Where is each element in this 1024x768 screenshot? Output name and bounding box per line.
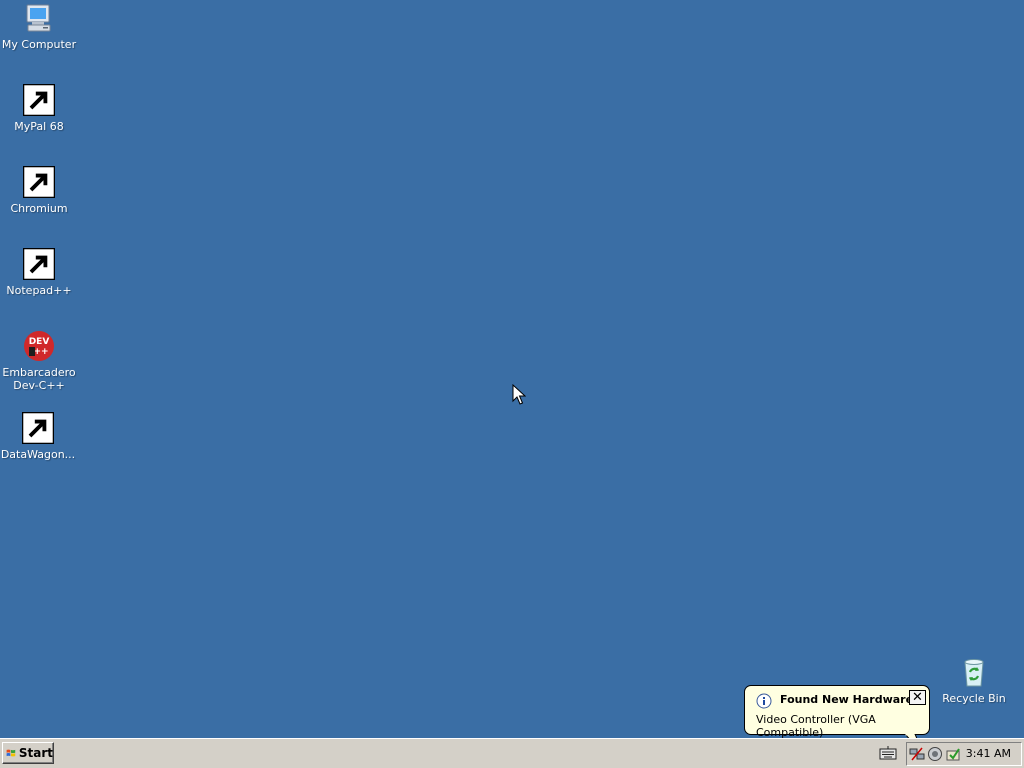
notification-balloon[interactable]: Found New Hardware Video Controller (VGA… — [744, 685, 930, 739]
network-icon[interactable] — [909, 746, 925, 762]
desktop-icon-label: Notepad++ — [6, 284, 72, 297]
desktop-icon-label: Recycle Bin — [942, 692, 1006, 705]
desktop-icon-recycle-bin[interactable]: Recycle Bin — [936, 656, 1012, 705]
start-label: Start — [18, 746, 53, 760]
desktop-icon-datawagon[interactable]: DataWagon... — [0, 412, 76, 461]
clock[interactable]: 3:41 AM — [966, 747, 1011, 760]
desktop-icon-label: MyPal 68 — [14, 120, 64, 133]
desktop-icon-notepad-plus-plus[interactable]: ++ Notepad++ — [1, 248, 77, 297]
system-tray: 3:41 AM — [906, 742, 1022, 766]
balloon-close-button[interactable]: ✕ — [909, 690, 926, 705]
desktop-icon-label: Embarcadero Dev-C++ — [2, 366, 76, 392]
speaker-icon[interactable] — [927, 746, 943, 762]
windows-logo-icon — [6, 749, 16, 757]
info-icon — [756, 693, 772, 709]
taskbar: Start 3:41 AM — [0, 738, 1024, 768]
desktop-icon-label: DataWagon... — [0, 448, 76, 461]
desktop-icon-label: My Computer — [1, 38, 77, 51]
svg-text:++: ++ — [33, 347, 48, 357]
desktop[interactable]: My Computer MyPal 68 Chromium Notepad++ … — [0, 0, 1024, 738]
close-icon: ✕ — [912, 690, 923, 705]
desktop-icon-label: Chromium — [10, 202, 68, 215]
start-button[interactable]: Start — [2, 742, 54, 764]
mouse-pointer-icon — [512, 384, 526, 405]
recycle-bin-icon — [964, 659, 984, 687]
svg-text:DEV: DEV — [29, 337, 50, 347]
shortcut-arrow-icon — [23, 84, 55, 116]
desktop-icon-chromium[interactable]: Chromium — [1, 166, 77, 215]
shortcut-arrow-icon — [23, 166, 55, 198]
keyboard-icon[interactable] — [879, 746, 897, 760]
computer-icon — [26, 4, 51, 32]
shortcut-arrow-icon — [22, 412, 54, 444]
shortcut-arrow-icon — [23, 248, 55, 280]
balloon-title: Found New Hardware — [780, 693, 914, 706]
desktop-icon-mypal[interactable]: MyPal 68 — [1, 84, 77, 133]
desktop-icon-devcpp[interactable]: DEV ++ Embarcadero Dev-C++ — [1, 330, 77, 392]
update-icon[interactable] — [945, 746, 961, 762]
desktop-icon-my-computer[interactable]: My Computer — [1, 2, 77, 51]
devcpp-icon: DEV ++ — [24, 331, 54, 361]
